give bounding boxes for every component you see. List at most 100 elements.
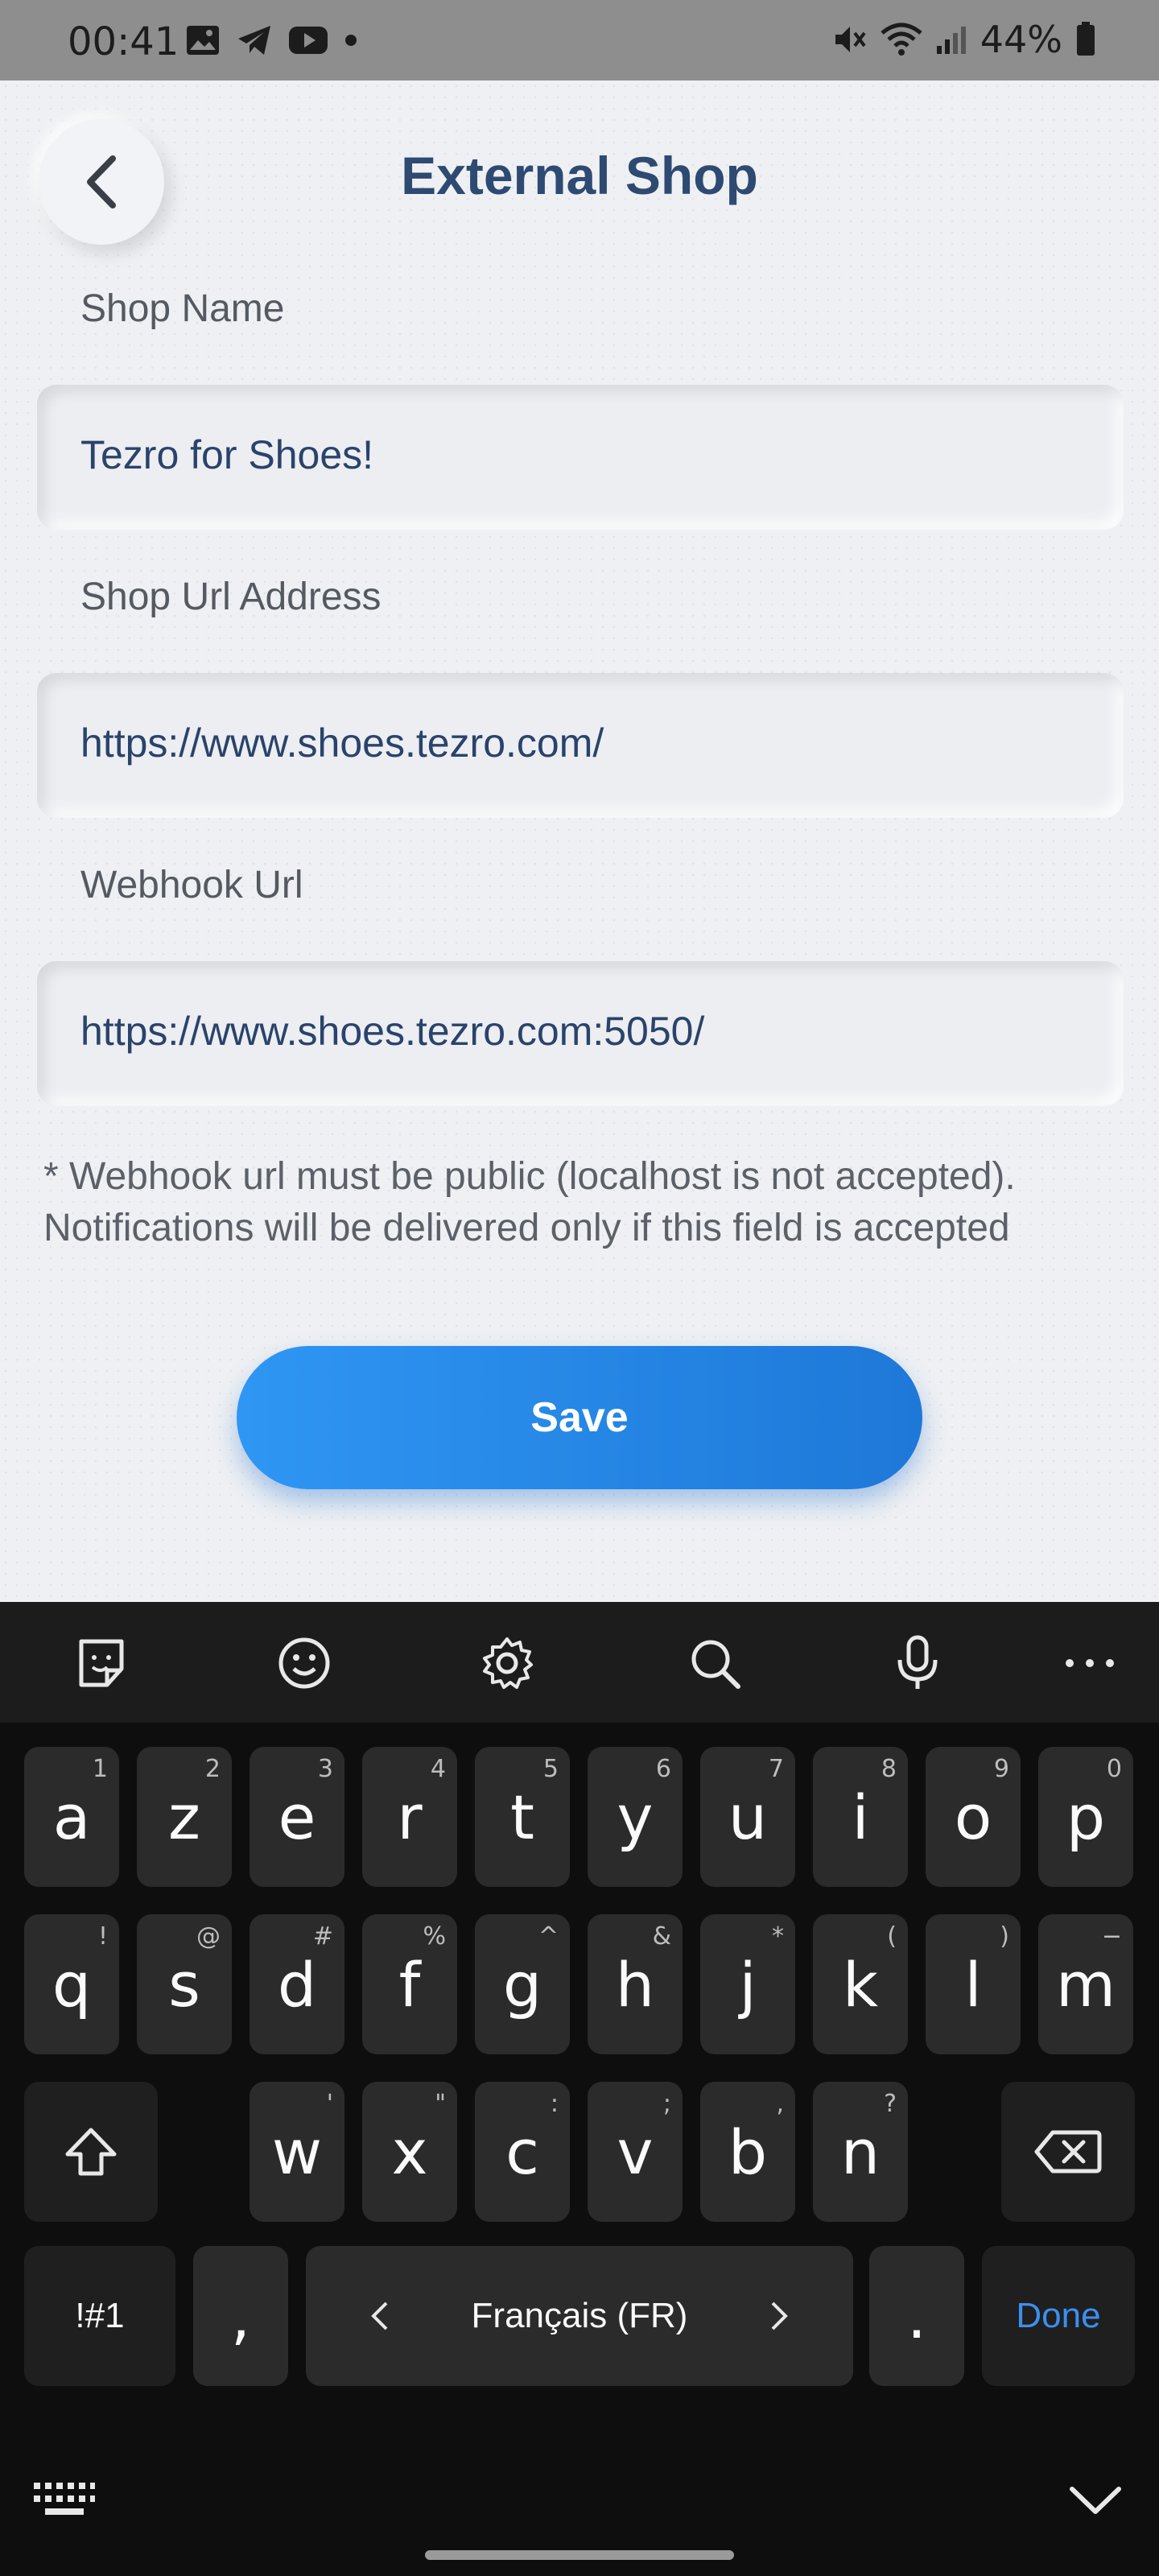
key-y-hint: 6 — [655, 1755, 671, 1783]
key-u-label: u — [728, 1781, 768, 1853]
key-a[interactable]: a1 — [24, 1747, 119, 1887]
key-d-label: d — [277, 1948, 317, 2021]
key-h[interactable]: h & — [588, 1914, 683, 2054]
search-icon — [691, 1640, 740, 1689]
key-r-hint: 4 — [430, 1755, 446, 1783]
key-n-label: n — [840, 2116, 881, 2188]
key-f[interactable]: f% — [362, 1914, 457, 2054]
key-i[interactable]: i8 — [813, 1747, 908, 1887]
sticker-button[interactable] — [71, 1633, 132, 1694]
chevron-down-icon — [1070, 2487, 1121, 2514]
key-g[interactable]: g ^ — [475, 1914, 570, 2054]
battery-icon — [1077, 22, 1095, 56]
key-s-label: s — [168, 1948, 200, 2021]
key-j-label: j — [739, 1948, 757, 2021]
done-key[interactable]: Done — [982, 2246, 1135, 2386]
key-q-label: q — [52, 1948, 92, 2021]
system-icons: 44% — [832, 18, 1096, 61]
key-w-hint: ' — [326, 2090, 333, 2118]
key-t[interactable]: t5 — [475, 1747, 570, 1887]
period-key[interactable]: . — [869, 2246, 964, 2386]
more-icon — [1066, 1659, 1114, 1667]
key-o-label: o — [954, 1781, 992, 1853]
key-m-label: m — [1055, 1948, 1116, 2021]
symbols-key[interactable]: !#1 — [24, 2246, 175, 2386]
key-v[interactable]: v; — [588, 2082, 683, 2222]
key-b-hint: , — [776, 2090, 784, 2118]
hide-keyboard-button[interactable] — [1067, 2484, 1124, 2516]
key-q[interactable]: q! — [24, 1914, 119, 2054]
key-p-label: p — [1066, 1781, 1106, 1853]
status-time: 00:41 — [68, 19, 179, 64]
language-label: Français (FR) — [471, 2296, 688, 2335]
external-shop-screen: External Shop Shop Name Tezro for Shoes!… — [0, 80, 1159, 1602]
key-o[interactable]: o9 — [926, 1747, 1021, 1887]
key-s[interactable]: s @ — [137, 1914, 232, 2054]
emoji-button[interactable] — [274, 1633, 335, 1694]
key-x-label: x — [391, 2116, 428, 2188]
webhook-url-label: Webhook Url — [80, 864, 303, 906]
key-r-label: r — [397, 1781, 423, 1853]
key-b[interactable]: b, — [700, 2082, 795, 2222]
telegram-icon — [238, 26, 270, 55]
key-j[interactable]: j * — [700, 1914, 795, 2054]
search-button[interactable] — [684, 1633, 745, 1694]
backspace-key[interactable] — [1001, 2082, 1135, 2222]
settings-button[interactable] — [476, 1633, 538, 1694]
key-z[interactable]: z2 — [137, 1747, 232, 1887]
comma-key[interactable]: , — [193, 2246, 288, 2386]
shift-icon — [65, 2128, 117, 2176]
key-z-label: z — [168, 1781, 200, 1853]
more-options-button[interactable] — [1059, 1633, 1120, 1694]
key-l[interactable]: l) — [926, 1914, 1021, 2054]
key-x[interactable]: x " — [362, 2082, 457, 2222]
keyboard-grid-icon — [34, 2483, 95, 2515]
webhook-note: * Webhook url must be public (localhost … — [43, 1151, 1138, 1254]
key-w[interactable]: w ' — [250, 2082, 344, 2222]
webhook-url-field[interactable]: https://www.shoes.tezro.com:5050/ — [37, 961, 1124, 1106]
key-h-label: h — [615, 1948, 655, 2021]
chevron-right-icon — [771, 2301, 788, 2330]
key-m[interactable]: m − — [1038, 1914, 1133, 2054]
symbols-key-label: !#1 — [75, 2296, 125, 2335]
key-r[interactable]: r4 — [362, 1747, 457, 1887]
key-c[interactable]: c: — [475, 2082, 570, 2222]
key-e-hint: 3 — [317, 1755, 333, 1783]
space-key[interactable]: Français (FR) — [306, 2246, 853, 2386]
keyboard-switcher-button[interactable] — [32, 2479, 97, 2520]
key-j-hint: * — [772, 1922, 784, 1951]
key-k-label: k — [842, 1948, 878, 2021]
shift-key[interactable] — [24, 2082, 158, 2222]
key-m-hint: − — [1101, 1922, 1122, 1951]
key-v-hint: ; — [662, 2090, 671, 2118]
key-n-hint: ? — [884, 2090, 897, 2118]
key-y[interactable]: y6 — [588, 1747, 683, 1887]
youtube-icon — [289, 27, 328, 54]
key-y-label: y — [617, 1781, 654, 1853]
save-button[interactable]: Save — [237, 1346, 922, 1489]
key-g-label: g — [502, 1948, 542, 2021]
shop-url-field[interactable]: https://www.shoes.tezro.com/ — [37, 673, 1124, 818]
key-n[interactable]: n? — [813, 2082, 908, 2222]
key-w-label: w — [271, 2116, 323, 2188]
home-indicator[interactable] — [425, 2550, 734, 2560]
shop-name-field[interactable]: Tezro for Shoes! — [37, 385, 1124, 530]
key-k[interactable]: k( — [813, 1914, 908, 2054]
key-g-hint: ^ — [538, 1922, 559, 1951]
webhook-note-line1: * Webhook url must be public (localhost … — [43, 1155, 1016, 1198]
key-p[interactable]: p0 — [1038, 1747, 1133, 1887]
done-key-label: Done — [1016, 2296, 1101, 2335]
key-u-hint: 7 — [768, 1755, 784, 1783]
webhook-note-line2: Notifications will be delivered only if … — [43, 1207, 1010, 1249]
key-e[interactable]: e3 — [250, 1747, 344, 1887]
signal-icon — [936, 27, 966, 54]
on-screen-keyboard: a 1 z 2 e 3 r 4 t 5 y 6 u 7 i 8 o 9 p 0 q! s @ d # f% g ^ h & j * k(l) m −… — [0, 1602, 1159, 2576]
notification-icons — [185, 24, 357, 56]
voice-input-button[interactable] — [887, 1633, 948, 1694]
key-t-label: t — [510, 1781, 534, 1853]
emoji-icon — [278, 1637, 330, 1689]
key-v-label: v — [617, 2116, 654, 2188]
key-u[interactable]: u7 — [700, 1747, 795, 1887]
key-d[interactable]: d # — [250, 1914, 344, 2054]
key-q-hint: ! — [97, 1922, 108, 1951]
